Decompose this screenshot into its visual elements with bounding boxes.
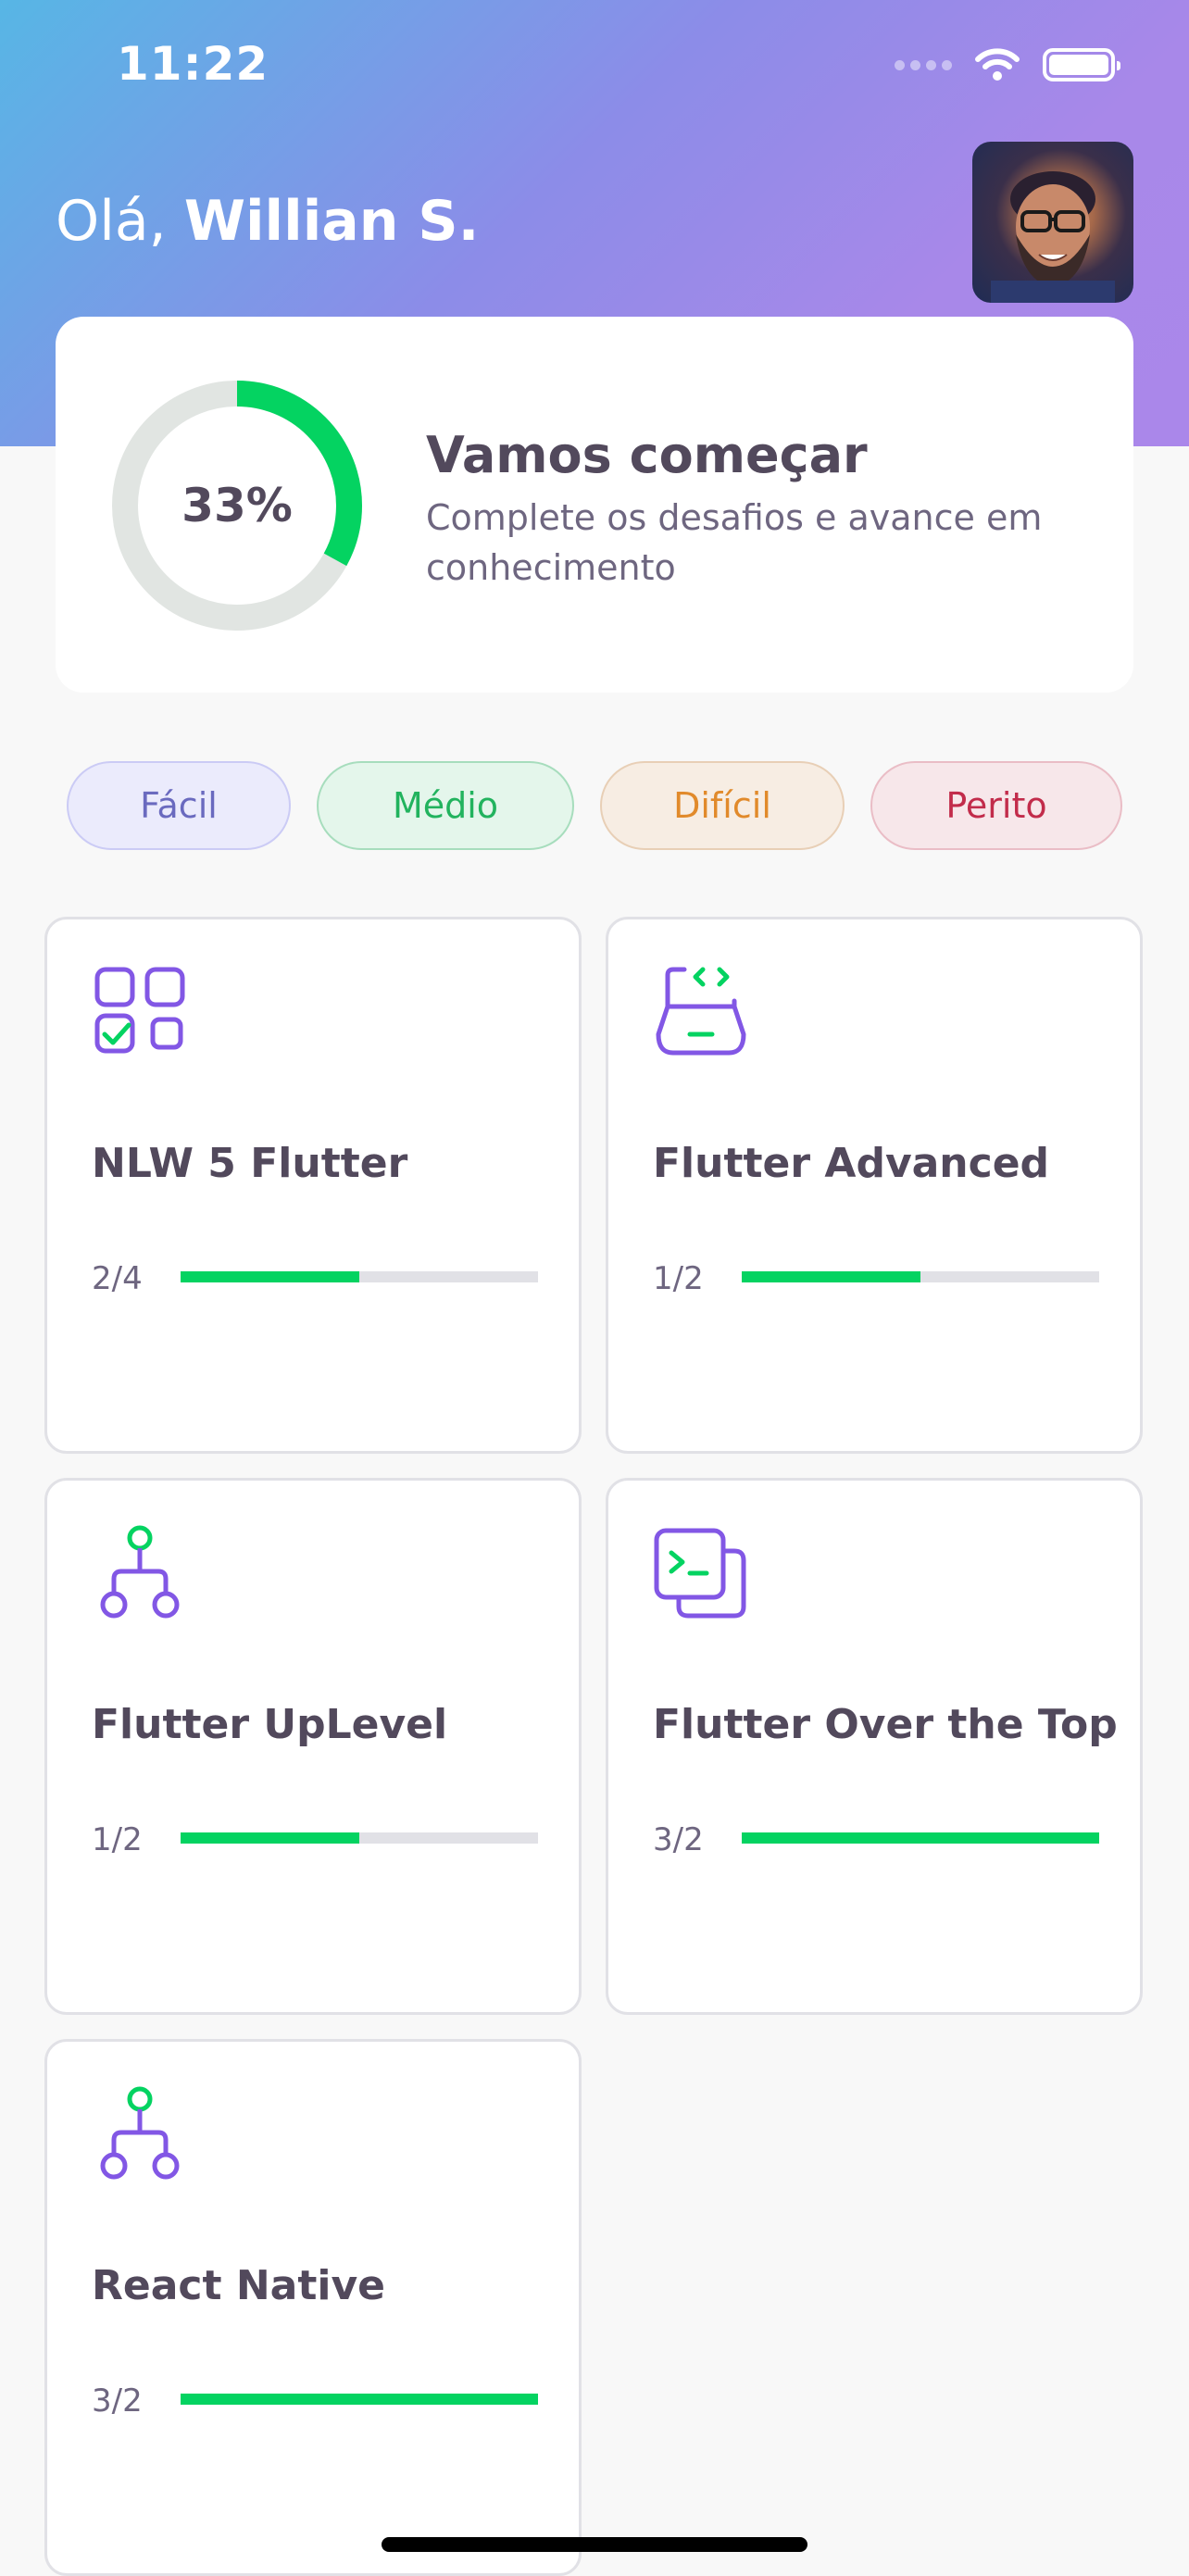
blocks-icon [94,967,185,1054]
level-chip-facil[interactable]: Fácil [67,761,291,850]
quiz-title: Flutter Advanced [653,1140,1050,1187]
home-indicator[interactable] [382,2537,807,2552]
quiz-title: Flutter Over the Top [653,1701,1118,1748]
quiz-progress-fill [181,2394,538,2405]
progress-ring: 33% [111,380,363,631]
avatar-photo [991,171,1115,303]
quiz-card[interactable]: Flutter Advanced 1/2 [606,917,1143,1454]
quiz-progress-label: 1/2 [653,1260,704,1297]
quiz-progress-fill [181,1832,359,1844]
laptop-code-icon [656,967,746,1056]
quiz-progress-label: 1/2 [92,1821,143,1858]
quiz-title: React Native [92,2262,386,2309]
level-filter: Fácil Médio Difícil Perito [0,761,1189,850]
score-card: 33% Vamos começar Complete os desafios e… [56,317,1133,693]
quiz-card[interactable]: NLW 5 Flutter 2/4 [44,917,582,1454]
battery-icon [1043,48,1120,81]
quiz-progress-track [742,1271,1099,1282]
status-bar: 11:22 [0,0,1189,139]
terminal-icon [654,1528,746,1619]
score-title: Vamos começar [426,426,868,484]
hierarchy-icon [100,2086,180,2180]
level-chip-dificil[interactable]: Difícil [600,761,845,850]
avatar[interactable] [972,142,1133,303]
greeting-prefix: Olá, [56,189,184,254]
score-subtitle: Complete os desafios e avance em conheci… [426,497,1043,588]
level-chip-perito[interactable]: Perito [870,761,1122,850]
hierarchy-icon [100,1525,180,1619]
quiz-title: Flutter UpLevel [92,1701,448,1748]
quiz-card[interactable]: Flutter Over the Top 3/2 [606,1478,1143,2015]
quiz-progress-track [181,2394,538,2405]
status-icons [895,48,1120,81]
quiz-card[interactable]: Flutter UpLevel 1/2 [44,1478,582,2015]
level-chip-medio[interactable]: Médio [317,761,574,850]
greeting: Olá, Willian S. [56,189,479,254]
quiz-progress-label: 3/2 [92,2382,143,2420]
quiz-progress-fill [742,1832,1099,1844]
wifi-icon [975,48,1020,81]
progress-percent: 33% [181,479,293,532]
quiz-progress-label: 2/4 [92,1260,143,1297]
user-name: Willian S. [183,189,480,254]
cellular-signal-icon [895,59,952,70]
quiz-progress-fill [742,1271,920,1282]
quiz-title: NLW 5 Flutter [92,1140,408,1187]
quiz-card[interactable]: React Native 3/2 [44,2039,582,2576]
quiz-progress-fill [181,1271,359,1282]
quiz-progress-track [181,1271,538,1282]
quiz-progress-track [181,1832,538,1844]
quiz-progress-track [742,1832,1099,1844]
quiz-progress-label: 3/2 [653,1821,704,1858]
status-time: 11:22 [117,37,269,91]
